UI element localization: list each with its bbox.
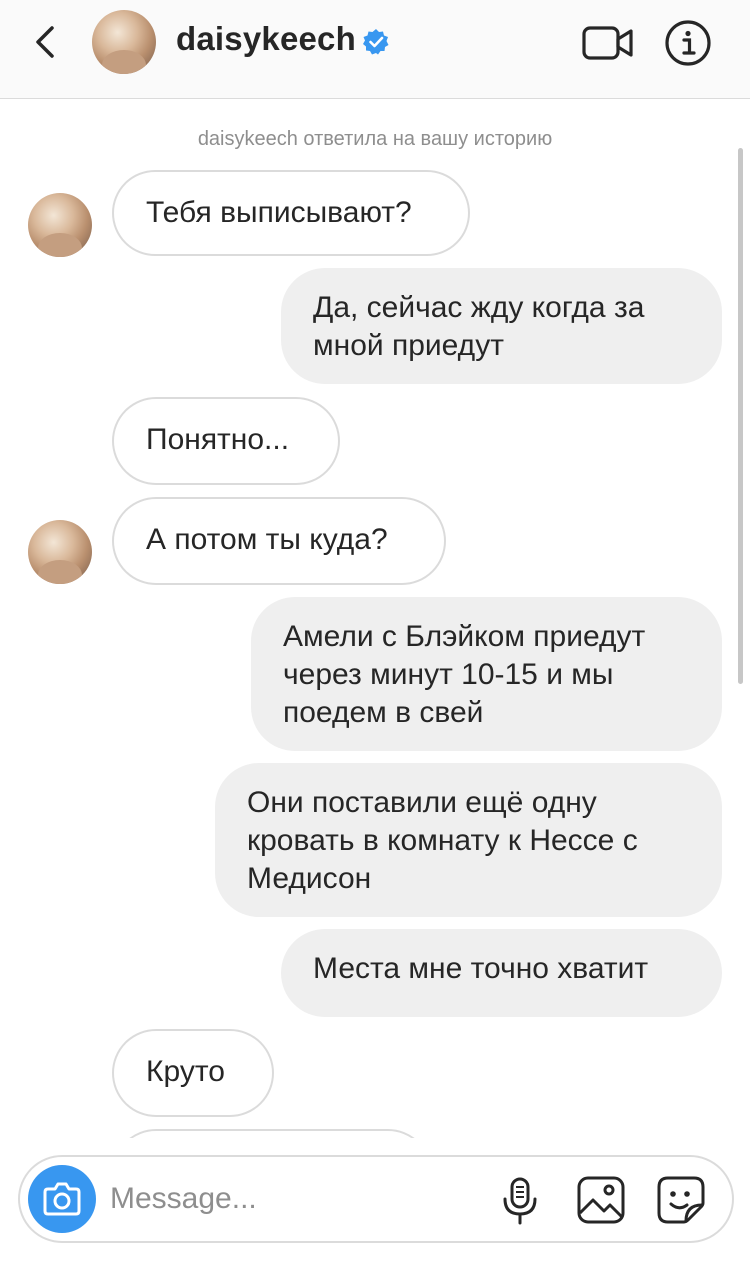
message-text: Круто [146, 1055, 225, 1088]
message-text: Понятно... [146, 423, 290, 456]
scrollbar[interactable] [738, 148, 743, 684]
info-icon [665, 20, 711, 66]
message-text: Тебя выписывают? [146, 196, 412, 229]
back-button[interactable] [26, 22, 66, 62]
video-camera-icon [582, 26, 633, 60]
video-call-button[interactable] [582, 22, 634, 64]
verified-badge-icon [362, 28, 390, 56]
gallery-button[interactable] [576, 1175, 626, 1225]
chat-header: daisykeech [0, 0, 750, 99]
profile-avatar[interactable] [92, 10, 156, 74]
chevron-left-icon [36, 26, 54, 58]
incoming-message[interactable]: Тебя выписывают? [112, 170, 470, 256]
sender-avatar[interactable] [28, 520, 92, 584]
camera-button[interactable] [28, 1165, 96, 1233]
incoming-message[interactable]: А потом ты куда? [112, 497, 446, 585]
incoming-message[interactable]: Круто [112, 1029, 274, 1117]
profile-username[interactable]: daisykeech [176, 20, 356, 58]
outgoing-message[interactable]: Места мне точно хватит [281, 929, 722, 1017]
image-icon [577, 1176, 625, 1224]
incoming-message[interactable] [112, 1129, 432, 1138]
story-reply-note: daisykeech ответила на вашу историю [197, 128, 553, 150]
message-composer [18, 1155, 734, 1243]
message-input[interactable] [110, 1175, 490, 1223]
message-text: Да, сейчас жду когда за мной приедут [313, 291, 645, 362]
sticker-icon [657, 1176, 705, 1224]
message-thread[interactable]: daisykeech ответила на вашу историю Тебя… [0, 100, 750, 1138]
message-text: Места мне точно хватит [313, 952, 649, 985]
message-text: Амели с Блэйком приедут через минут 10-1… [283, 620, 646, 729]
info-button[interactable] [664, 19, 712, 67]
microphone-icon [503, 1177, 537, 1225]
message-text: Они поставили ещё одну кровать в комнату… [247, 786, 638, 895]
voice-message-button[interactable] [500, 1177, 540, 1225]
camera-icon [43, 1182, 81, 1216]
outgoing-message[interactable]: Да, сейчас жду когда за мной приедут [281, 268, 722, 384]
outgoing-message[interactable]: Амели с Блэйком приедут через минут 10-1… [251, 597, 722, 751]
outgoing-message[interactable]: Они поставили ещё одну кровать в комнату… [215, 763, 722, 917]
message-text: А потом ты куда? [146, 523, 388, 556]
sticker-button[interactable] [656, 1175, 706, 1225]
incoming-message[interactable]: Понятно... [112, 397, 340, 485]
sender-avatar[interactable] [28, 193, 92, 257]
